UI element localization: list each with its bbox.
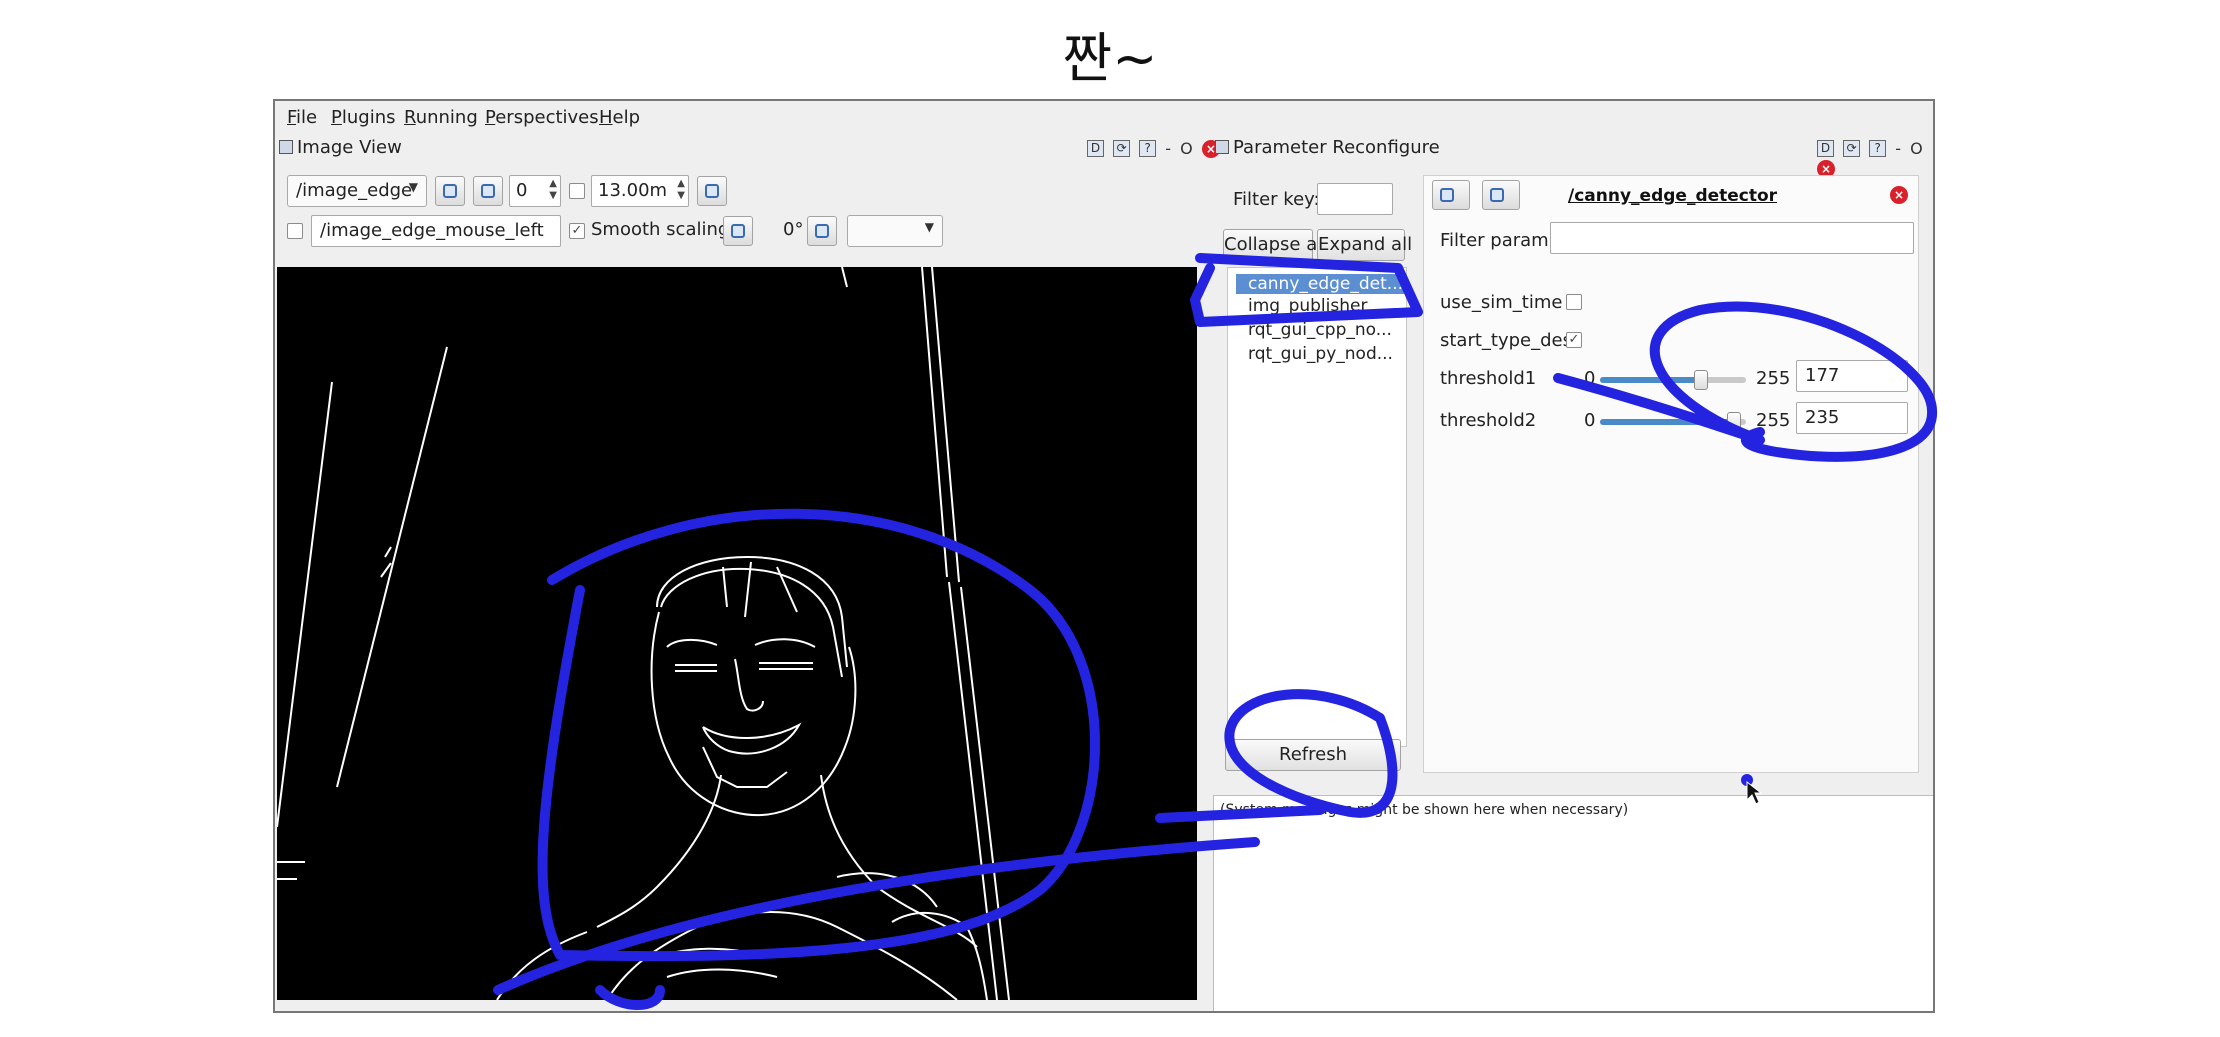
spin-arrows-icon: ▲ ▼	[677, 178, 685, 201]
zoom-spinbox[interactable]: 0 ▲ ▼	[509, 175, 561, 207]
threshold2-slider-fill	[1600, 419, 1735, 425]
save-params-button[interactable]	[1482, 180, 1520, 210]
tree-item-canny-edge-detector[interactable]: canny_edge_det...	[1236, 274, 1404, 294]
threshold1-value-field[interactable]: 177	[1796, 360, 1908, 392]
close-node-icon[interactable]: ×	[1890, 186, 1908, 204]
rotate-left-icon	[731, 224, 745, 238]
refresh-button[interactable]: Refresh	[1225, 739, 1401, 771]
menu-plugins[interactable]: Plugins	[331, 107, 395, 128]
rotate-left-button[interactable]	[723, 216, 753, 246]
zoom-button[interactable]	[473, 176, 503, 206]
rqt-window: File Plugins Running Perspectives Help I…	[273, 99, 1935, 1013]
save-image-button[interactable]	[697, 176, 727, 206]
param-threshold1-label: threshold1	[1440, 368, 1537, 389]
color-scheme-dropdown[interactable]: ▼	[847, 215, 943, 247]
threshold2-max: 255	[1756, 410, 1791, 431]
image-view-dock-controls: D ⟳ ? - O ×	[1087, 138, 1224, 160]
expand-all-button[interactable]: Expand all	[1317, 229, 1412, 261]
dock-minimize-button[interactable]: -	[1165, 139, 1171, 158]
param-start-type-des-label: start_type_des	[1440, 330, 1573, 351]
load-icon	[1440, 188, 1454, 202]
node-title: /canny_edge_detector	[1568, 186, 1778, 206]
rotate-right-button[interactable]	[807, 216, 837, 246]
threshold1-slider-fill	[1600, 377, 1702, 383]
dock-help-icon[interactable]: ?	[1139, 140, 1157, 157]
threshold1-max: 255	[1756, 368, 1791, 389]
menu-perspectives[interactable]: Perspectives	[485, 107, 599, 128]
save-icon	[705, 184, 719, 198]
chevron-down-icon: ▼	[924, 220, 934, 234]
smooth-scaling-label: Smooth scaling	[591, 219, 730, 240]
system-message-text: (System messages might be shown here whe…	[1220, 802, 1629, 818]
param-start-type-des-checkbox[interactable]: ✓	[1566, 332, 1582, 348]
canny-edge-output	[277, 267, 1010, 1000]
rotate-right-icon	[815, 224, 829, 238]
save-icon	[1490, 188, 1504, 202]
edge-image[interactable]	[277, 267, 1197, 1000]
image-view-icon	[279, 140, 293, 154]
filter-key-input[interactable]	[1317, 183, 1393, 215]
parameter-reconfigure-title: Parameter Reconfigure	[1215, 137, 1440, 161]
spin-arrows-icon: ▲ ▼	[549, 178, 557, 201]
slide-title: 짠~	[1062, 27, 1158, 90]
dock-reload-icon[interactable]: ⟳	[1113, 140, 1131, 157]
zoom-icon	[481, 184, 495, 198]
topic-dropdown[interactable]: /image_edge ▼	[287, 175, 427, 207]
refresh-topics-button[interactable]	[435, 176, 465, 206]
param-dock-controls: D ⟳ ? - O ×	[1817, 138, 1933, 178]
menu-file[interactable]: File	[287, 107, 317, 128]
dock-reload-icon[interactable]: ⟳	[1843, 140, 1861, 157]
filter-key-label: Filter key:	[1233, 189, 1320, 210]
threshold1-slider-handle[interactable]	[1694, 370, 1709, 390]
dock-d-button[interactable]: D	[1817, 140, 1834, 157]
dock-float-button[interactable]: O	[1180, 139, 1193, 158]
duration-spinbox[interactable]: 13.00m ▲ ▼	[591, 175, 689, 207]
filter-param-label: Filter param:	[1440, 230, 1555, 251]
refresh-icon	[443, 184, 457, 198]
node-tree: canny_edge_det... img_publisher rqt_gui_…	[1227, 267, 1407, 747]
collapse-all-button[interactable]: Collapse all	[1223, 229, 1327, 261]
dock-minimize-button[interactable]: -	[1895, 139, 1901, 158]
threshold2-min: 0	[1584, 410, 1596, 431]
menu-help[interactable]: Help	[599, 107, 640, 128]
parameter-reconfigure-icon	[1215, 140, 1229, 154]
threshold1-slider[interactable]	[1600, 370, 1746, 390]
smooth-scaling-checkbox[interactable]: ✓	[569, 223, 585, 239]
rotation-label: 0°	[783, 219, 804, 240]
threshold2-value-field[interactable]: 235	[1796, 402, 1908, 434]
dynamic-range-checkbox[interactable]	[569, 183, 585, 199]
image-view-title: Image View	[279, 137, 402, 161]
tree-item-rqt-gui-cpp-node[interactable]: rqt_gui_cpp_no...	[1248, 320, 1392, 340]
tree-item-rqt-gui-py-node[interactable]: rqt_gui_py_nod...	[1248, 344, 1393, 364]
load-params-button[interactable]	[1432, 180, 1470, 210]
dock-help-icon[interactable]: ?	[1869, 140, 1887, 157]
node-parameter-panel: /canny_edge_detector × Filter param: use…	[1423, 175, 1919, 773]
param-threshold2-label: threshold2	[1440, 410, 1537, 431]
tree-item-img-publisher[interactable]: img_publisher	[1248, 296, 1367, 316]
threshold2-slider[interactable]	[1600, 412, 1746, 432]
threshold2-slider-handle[interactable]	[1727, 412, 1742, 432]
chevron-down-icon: ▼	[408, 180, 418, 194]
param-use-sim-time-label: use_sim_time	[1440, 292, 1563, 313]
dock-d-button[interactable]: D	[1087, 140, 1104, 157]
mouse-topic-field[interactable]: /image_edge_mouse_left	[311, 215, 561, 247]
dock-float-button[interactable]: O	[1910, 139, 1923, 158]
menu-running[interactable]: Running	[404, 107, 478, 128]
system-messages-panel: (System messages might be shown here whe…	[1213, 795, 1933, 1011]
threshold1-min: 0	[1584, 368, 1596, 389]
publish-mouse-checkbox[interactable]	[287, 223, 303, 239]
param-use-sim-time-checkbox[interactable]	[1566, 294, 1582, 310]
filter-param-input[interactable]	[1550, 222, 1914, 254]
menu-bar: File Plugins Running Perspectives Help	[275, 101, 1933, 133]
